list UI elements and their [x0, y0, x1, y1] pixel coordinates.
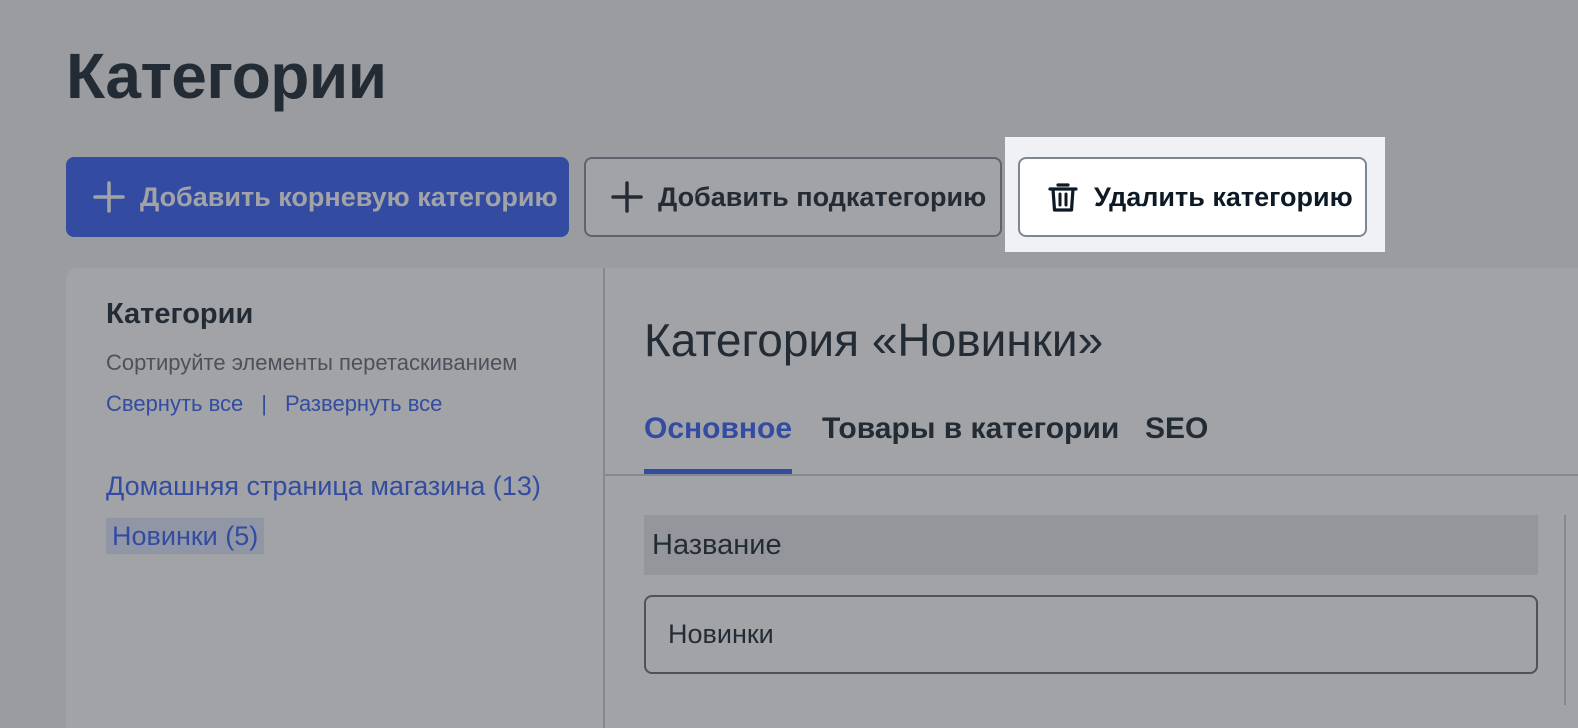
- categories-page: Категории Добавить корневую категорию До…: [0, 0, 1578, 728]
- tab-products[interactable]: Товары в категории: [822, 404, 1119, 474]
- add-root-category-button[interactable]: Добавить корневую категорию: [66, 157, 569, 237]
- tab-general[interactable]: Основное: [644, 404, 793, 474]
- expand-all-link[interactable]: Развернуть все: [285, 389, 442, 419]
- name-field-label: Название: [644, 515, 1538, 575]
- plus-icon: [610, 180, 644, 214]
- tab-seo[interactable]: SEO: [1145, 404, 1208, 474]
- trash-icon: [1046, 180, 1080, 214]
- tree-item-new-arrivals[interactable]: Новинки (5): [106, 518, 265, 554]
- delete-category-label: Удалить категорию: [1094, 181, 1353, 212]
- page-title: Категории: [66, 40, 387, 112]
- right-column-divider: [1564, 515, 1566, 705]
- add-root-category-label: Добавить корневую категорию: [140, 181, 558, 212]
- collapse-all-link[interactable]: Свернуть все: [106, 389, 243, 419]
- category-tabs: Основное Товары в категории SEO: [604, 404, 1578, 476]
- name-label: Название: [652, 528, 782, 561]
- tree-item-home[interactable]: Домашняя страница магазина (13): [106, 468, 541, 504]
- name-input[interactable]: [644, 595, 1538, 674]
- plus-icon: [92, 180, 126, 214]
- delete-category-button[interactable]: Удалить категорию: [1018, 157, 1367, 237]
- panel-divider: [603, 268, 605, 728]
- category-detail-title: Категория «Новинки»: [644, 314, 1104, 366]
- category-tree-hint: Сортируйте элементы перетаскиванием: [106, 350, 518, 375]
- category-tree-title: Категории: [106, 298, 254, 330]
- tree-actions-separator: |: [261, 391, 267, 416]
- add-subcategory-label: Добавить подкатегорию: [658, 181, 987, 212]
- add-subcategory-button[interactable]: Добавить подкатегорию: [584, 157, 1002, 237]
- tree-actions: Свернуть все | Развернуть все: [106, 389, 442, 419]
